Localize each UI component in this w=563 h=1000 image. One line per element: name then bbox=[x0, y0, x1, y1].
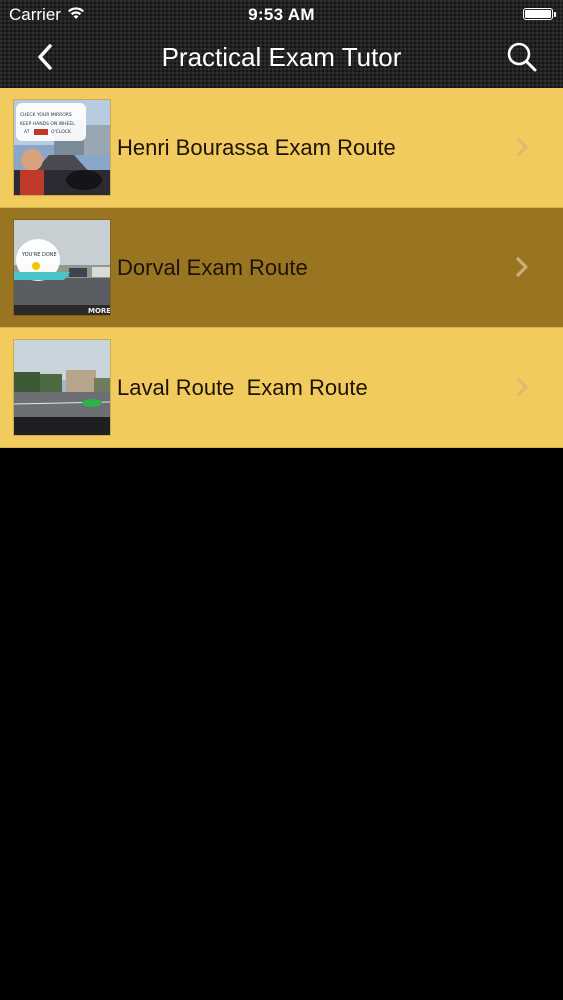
route-title: Henri Bourassa Exam Route bbox=[117, 135, 396, 160]
chevron-right-icon bbox=[516, 137, 528, 157]
navigation-bar: Practical Exam Tutor bbox=[0, 30, 563, 86]
route-thumbnail: YOU'RE DONE MORE bbox=[13, 219, 111, 316]
page-title: Practical Exam Tutor bbox=[161, 42, 402, 72]
thumbnail-caption: MORE bbox=[88, 307, 110, 315]
chevron-right-icon bbox=[516, 257, 528, 277]
search-button[interactable] bbox=[503, 38, 541, 76]
chevron-right-icon bbox=[516, 377, 528, 397]
route-list: CHECK YOUR MIRRORS KEEP HANDS ON WHEEL A… bbox=[0, 88, 563, 448]
route-title: Laval Route Exam Route bbox=[117, 375, 368, 400]
chevron-left-icon bbox=[38, 44, 52, 70]
route-thumbnail: CHECK YOUR MIRRORS KEEP HANDS ON WHEEL A… bbox=[13, 99, 111, 196]
status-time: 9:53 AM bbox=[248, 5, 315, 24]
battery-icon bbox=[523, 8, 556, 20]
thumbnail-caption: CHECK YOUR MIRRORS bbox=[20, 112, 72, 118]
route-row[interactable]: YOU'RE DONE MORE Dorval Exam Route bbox=[0, 208, 563, 328]
back-button[interactable] bbox=[28, 40, 62, 74]
route-thumbnail bbox=[13, 339, 111, 436]
route-row[interactable]: CHECK YOUR MIRRORS KEEP HANDS ON WHEEL A… bbox=[0, 88, 563, 208]
app-header: Carrier 9:53 AM Practical Exam Tutor bbox=[0, 0, 563, 88]
thumbnail-caption: AT bbox=[24, 129, 30, 135]
thumbnail-caption: O'CLOCK bbox=[51, 129, 72, 135]
search-icon bbox=[507, 42, 537, 72]
route-title: Dorval Exam Route bbox=[117, 255, 308, 280]
thumbnail-caption: KEEP HANDS ON WHEEL bbox=[20, 121, 75, 127]
route-row[interactable]: Laval Route Exam Route bbox=[0, 328, 563, 448]
status-bar: Carrier 9:53 AM bbox=[0, 0, 563, 30]
thumbnail-caption: YOU'RE DONE bbox=[21, 252, 57, 258]
